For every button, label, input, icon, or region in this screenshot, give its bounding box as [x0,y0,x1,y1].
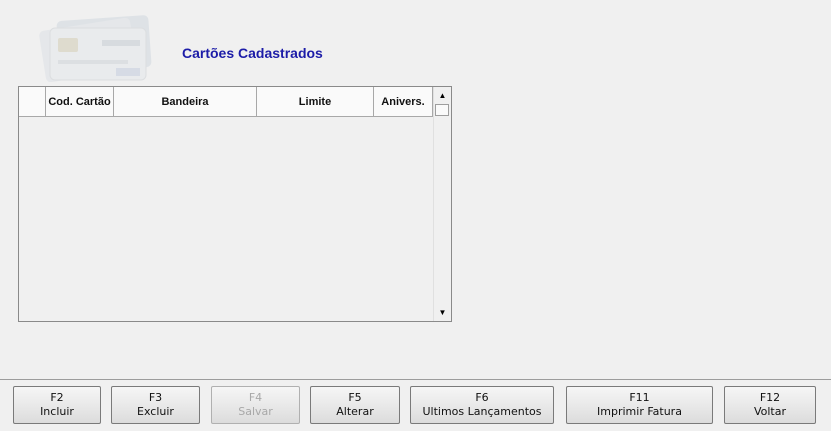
ultimos-lancamentos-button[interactable]: F6 Ultimos Lançamentos [410,386,554,424]
column-header-selector [19,87,46,116]
scroll-up-arrow-icon[interactable]: ▲ [435,87,450,104]
voltar-key: F12 [759,391,781,404]
column-header-bandeira[interactable]: Bandeira [114,87,257,116]
imprimir-fatura-label: Imprimir Fatura [597,405,682,418]
scroll-down-arrow-icon[interactable]: ▼ [435,304,450,321]
cards-table[interactable]: Cod. Cartão Bandeira Limite Anivers. ▲ ▼ [18,86,452,322]
credit-cards-icon [39,15,152,82]
ultimos-lancamentos-label: Ultimos Lançamentos [422,405,542,418]
column-header-limite[interactable]: Limite [257,87,374,116]
incluir-key: F2 [50,391,64,404]
alterar-key: F5 [348,391,362,404]
voltar-button[interactable]: F12 Voltar [724,386,816,424]
column-header-anivers[interactable]: Anivers. [374,87,433,116]
vertical-scrollbar[interactable]: ▲ ▼ [433,87,451,321]
alterar-button[interactable]: F5 Alterar [310,386,400,424]
salvar-label: Salvar [238,405,273,418]
page-title: Cartões Cadastrados [182,45,323,61]
voltar-label: Voltar [753,405,787,418]
excluir-key: F3 [148,391,163,404]
function-key-toolbar: F2 Incluir F3 Excluir F4 Salvar F5 Alter… [0,379,831,431]
incluir-button[interactable]: F2 Incluir [13,386,101,424]
scroll-thumb[interactable] [435,104,449,116]
table-header: Cod. Cartão Bandeira Limite Anivers. [19,87,433,117]
ultimos-lancamentos-key: F6 [475,391,489,404]
excluir-button[interactable]: F3 Excluir [111,386,200,424]
imprimir-fatura-button[interactable]: F11 Imprimir Fatura [566,386,713,424]
imprimir-fatura-key: F11 [629,391,650,404]
salvar-key: F4 [248,391,263,404]
incluir-label: Incluir [40,405,74,418]
excluir-label: Excluir [137,405,174,418]
salvar-button[interactable]: F4 Salvar [211,386,300,424]
alterar-label: Alterar [336,405,374,418]
column-header-cod-cartao[interactable]: Cod. Cartão [46,87,114,116]
